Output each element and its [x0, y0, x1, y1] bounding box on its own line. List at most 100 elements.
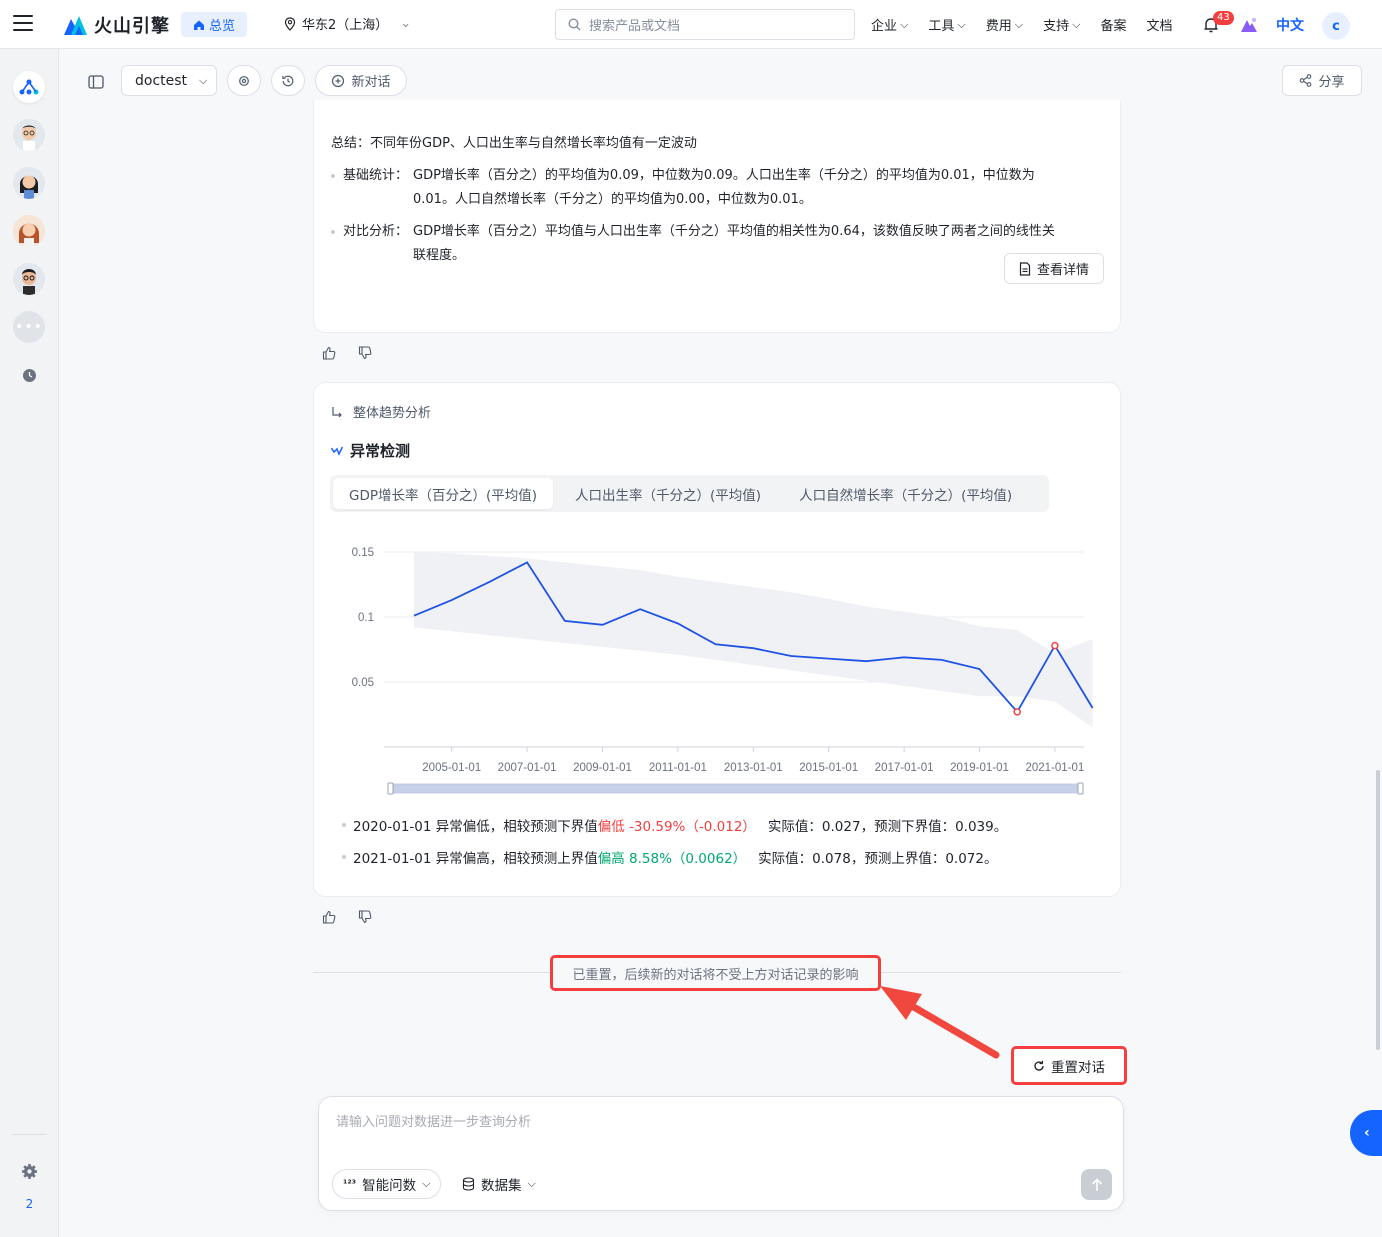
chevron-down-icon: ⌵: [1072, 17, 1081, 31]
range-slider-handle-left: [387, 782, 394, 795]
share-icon: [1300, 74, 1312, 87]
nav-icp[interactable]: 备案: [1100, 15, 1126, 34]
sidebar-page-number: 2: [25, 1197, 34, 1211]
anomaly-icon: [331, 446, 343, 456]
search-icon: [568, 18, 581, 31]
nav-label: 备案: [1100, 19, 1127, 34]
feedback-row: [322, 910, 372, 924]
bullet-dot: [342, 855, 346, 859]
share-button[interactable]: 分享: [1282, 65, 1362, 96]
sidebar-item-agent-1[interactable]: [13, 119, 45, 151]
summary-item-label: 对比分析：: [343, 224, 409, 239]
sidebar-item-settings[interactable]: [13, 1155, 45, 1187]
thumbs-down-icon[interactable]: [358, 910, 372, 924]
x-tick-label: 2021-01-01: [1025, 762, 1084, 774]
nav-enterprise[interactable]: 企业 ⌵: [871, 15, 909, 35]
new-chat-label: 新对话: [351, 75, 391, 90]
x-tick-label: 2013-01-01: [724, 762, 783, 774]
sidebar-toggle-icon[interactable]: [87, 73, 105, 91]
anomaly-result-text: 2020-01-01 异常偏低，相较预测下界值: [353, 819, 598, 835]
language-switch[interactable]: 中文: [1276, 15, 1304, 35]
nav-label: 企业: [871, 19, 898, 34]
anomaly-card: 整体趋势分析 异常检测 GDP增长率（百分之）(平均值) 人口出生率（千分之）(…: [313, 382, 1121, 897]
sidebar-item-more[interactable]: •••: [13, 311, 45, 343]
sidebar-item-agent-4[interactable]: [13, 263, 45, 295]
scrollbar[interactable]: [1376, 770, 1380, 1050]
dataset-selector[interactable]: 数据集 ⌵: [462, 1169, 536, 1199]
bullet-dot: [331, 230, 335, 234]
number-mode-icon: ¹²³: [343, 1178, 357, 1190]
volcano-logo-icon: [64, 16, 87, 35]
deviation-high-tag: 偏高 8.58%（0.0062）: [597, 851, 747, 867]
chevron-down-icon: ⌵: [900, 17, 909, 31]
x-tick-label: 2015-01-01: [799, 762, 858, 774]
avatar-icon: [13, 167, 45, 199]
nav-tools[interactable]: 工具 ⌵: [928, 15, 966, 35]
y-tick-label: 0.15: [352, 547, 374, 559]
range-slider-selection: [390, 784, 1082, 793]
anomaly-result-values: 实际值：0.078，预测上界值：0.072。: [758, 851, 998, 867]
avatar-icon: [13, 215, 45, 247]
sidebar-item-agent-2[interactable]: [13, 167, 45, 199]
region-selector[interactable]: 华东2（上海） ⌄: [284, 14, 411, 33]
project-selector[interactable]: doctest ⌵: [121, 65, 217, 96]
chevron-left-icon: ‹: [1364, 1125, 1370, 1141]
new-chat-button[interactable]: 新对话: [315, 65, 407, 96]
menu-icon[interactable]: [13, 15, 33, 33]
overview-button[interactable]: 总览: [181, 12, 248, 37]
anomaly-result-values: 实际值：0.027，预测下界值：0.039。: [767, 819, 1008, 835]
summary-card: 总结：不同年份GDP、人口出生率与自然增长率均值有一定波动 基础统计： GDP增…: [313, 100, 1121, 333]
tab-gdp[interactable]: GDP增长率（百分之）(平均值): [333, 478, 554, 509]
deviation-low-tag: 偏低 -30.59%（-0.012）: [597, 819, 756, 835]
tab-birth-rate[interactable]: 人口出生率（千分之）(平均值): [559, 478, 777, 509]
database-icon: [462, 1177, 475, 1191]
thumbs-down-icon[interactable]: [358, 346, 372, 360]
reset-chat-button[interactable]: 重置对话: [1011, 1046, 1127, 1085]
avatar-icon: [13, 263, 45, 295]
logo[interactable]: 火山引擎: [62, 12, 170, 38]
view-details-button[interactable]: 查看详情: [1004, 253, 1104, 284]
nav-docs[interactable]: 文档: [1146, 15, 1172, 34]
annotation-arrow: [880, 986, 1000, 1059]
sidebar-item-agent-3[interactable]: [13, 215, 45, 247]
chevron-down-icon: ⌵: [957, 17, 966, 31]
chevron-down-icon: ⌵: [527, 1177, 536, 1190]
chat-input-box[interactable]: 请输入问题对数据进一步查询分析 ¹²³ 智能问数 ⌵ 数据集 ⌵: [318, 1096, 1124, 1211]
thumbs-up-icon[interactable]: [322, 346, 336, 360]
nav-billing[interactable]: 费用 ⌵: [985, 15, 1023, 35]
nav-support[interactable]: 支持 ⌵: [1043, 15, 1081, 35]
location-pin-icon: [284, 16, 296, 31]
sidebar-item-history[interactable]: [13, 359, 45, 391]
refresh-icon: [1034, 1060, 1044, 1071]
search-input[interactable]: 搜索产品或文档: [555, 9, 855, 40]
summary-item: 对比分析： GDP增长率（百分之）平均值与人口出生率（千分之）平均值的相关性为0…: [331, 220, 1055, 268]
user-avatar[interactable]: c: [1322, 12, 1350, 40]
nav-label: 费用: [985, 19, 1012, 34]
prediction-band: [414, 552, 1093, 728]
send-button[interactable]: [1081, 1169, 1112, 1200]
bullet-dot: [331, 174, 335, 178]
sidebar-divider: [12, 1134, 47, 1135]
tab-natural-growth[interactable]: 人口自然增长率（千分之）(平均值): [783, 478, 1028, 509]
top-navbar: 火山引擎 总览 华东2（上海） ⌄ 搜索产品或文档 企业 ⌵ 工具 ⌵ 费用 ⌵ 支持…: [0, 0, 1382, 49]
y-tick-label: 0.05: [352, 677, 374, 689]
view-details-label: 查看详情: [1036, 263, 1089, 278]
history-button[interactable]: [271, 65, 305, 96]
reset-chat-label: 重置对话: [1051, 1059, 1105, 1076]
logo-text: 火山引擎: [94, 16, 170, 37]
x-tick-label: 2009-01-01: [573, 762, 632, 774]
x-tick-label: 2005-01-01: [422, 762, 481, 774]
left-sidebar: ••• 2: [0, 49, 59, 1237]
anomaly-chart: 0.05 0.1 0.15 2005-01-01 2007-01-01 2009-01-0…: [352, 547, 1094, 795]
anomaly-result-text: 2021-01-01 异常偏高，相较预测上界值: [353, 851, 598, 867]
home-icon: [194, 20, 204, 30]
thumbs-up-icon[interactable]: [322, 910, 336, 924]
overview-label: 总览: [209, 19, 236, 34]
settings-button[interactable]: [227, 65, 261, 96]
sidebar-item-data-agent[interactable]: [13, 71, 45, 103]
mode-selector[interactable]: ¹²³ 智能问数 ⌵: [332, 1169, 442, 1199]
nav-label: 支持: [1043, 19, 1070, 34]
share-label: 分享: [1318, 75, 1345, 90]
metric-tabs: GDP增长率（百分之）(平均值) 人口出生率（千分之）(平均值) 人口自然增长率…: [330, 475, 1049, 512]
ai-mountain-icon[interactable]: [1240, 16, 1258, 34]
